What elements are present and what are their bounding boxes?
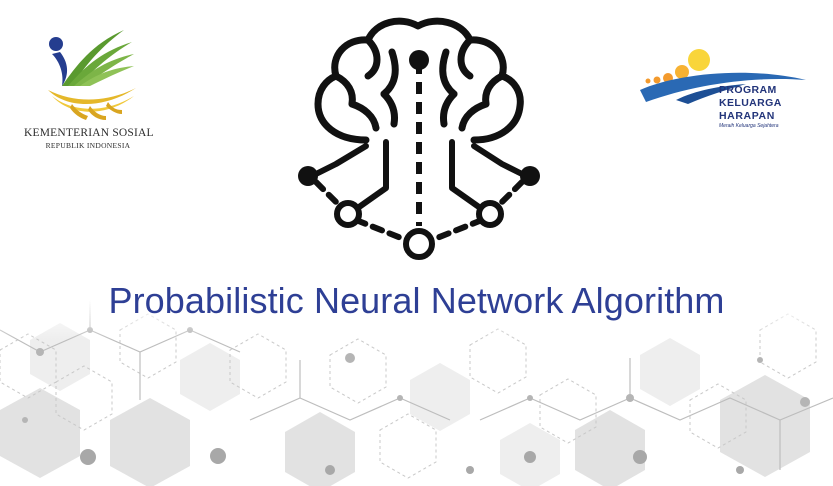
kemensos-country: REPUBLIK INDONESIA xyxy=(45,141,131,150)
pkh-line-harapan: HARAPAN xyxy=(719,110,775,122)
brain-network-icon xyxy=(298,17,540,260)
pkh-line-program: PROGRAM xyxy=(719,84,777,96)
banner: KEMENTERIAN SOSIAL REPUBLIK INDONESIA PR… xyxy=(0,0,833,486)
kemensos-emblem-icon xyxy=(48,30,136,120)
kemensos-logo: KEMENTERIAN SOSIAL REPUBLIK INDONESIA xyxy=(24,24,154,154)
banner-title: Probabilistic Neural Network Algorithm xyxy=(108,280,725,321)
pkh-logo: PROGRAM KELUARGA HARAPAN Meraih Keluarga… xyxy=(636,44,812,129)
pkh-line-keluarga: KELUARGA xyxy=(719,97,782,109)
pkh-tagline: Meraih Keluarga Sejahtera xyxy=(719,123,779,129)
kemensos-name: KEMENTERIAN SOSIAL xyxy=(24,127,154,139)
